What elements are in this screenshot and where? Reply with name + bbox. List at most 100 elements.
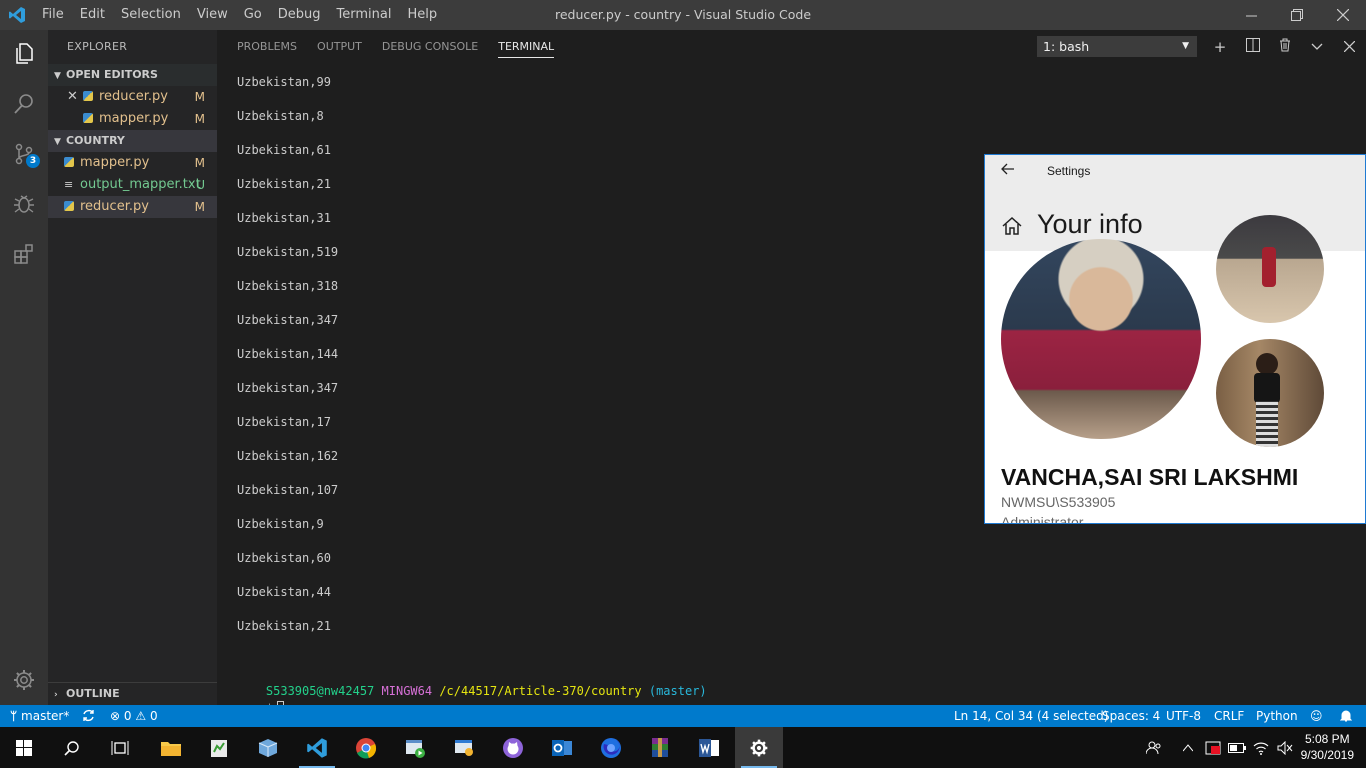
manage-settings-button[interactable] [8, 664, 40, 696]
settings-title: Settings [1047, 164, 1091, 178]
user-account: NWMSU\S533905 [1001, 494, 1116, 510]
indentation[interactable]: Spaces: 4 [1102, 705, 1160, 727]
encoding[interactable]: UTF-8 [1166, 705, 1201, 727]
restore-button[interactable] [1274, 0, 1320, 30]
git-branch-status[interactable]: ᛘ master* [10, 705, 69, 727]
word-icon [699, 738, 719, 757]
search-taskbar-button[interactable] [48, 727, 96, 768]
extensions-activity-button[interactable] [8, 238, 40, 270]
explorer-sidebar: EXPLORER ▼ OPEN EDITORS ✕ reducer.py M map… [48, 30, 217, 705]
task-view-button[interactable] [96, 727, 144, 768]
terminal-output-line: Uzbekistan,162 [237, 449, 339, 463]
maximize-panel-button[interactable] [1307, 37, 1327, 57]
tab-terminal[interactable]: TERMINAL [498, 30, 555, 58]
open-editors-header[interactable]: ▼ OPEN EDITORS [48, 64, 217, 86]
winrar-taskbar[interactable] [636, 727, 684, 768]
menu-file[interactable]: File [34, 0, 72, 30]
close-panel-button[interactable] [1339, 37, 1359, 57]
line-ending[interactable]: CRLF [1214, 705, 1244, 727]
menu-go[interactable]: Go [236, 0, 270, 30]
people-tray-button[interactable] [1142, 727, 1166, 768]
chrome-taskbar[interactable] [342, 727, 390, 768]
open-editor-reducer[interactable]: ✕ reducer.py M [48, 86, 217, 108]
terminal-output-line: Uzbekistan,347 [237, 381, 339, 395]
taskbar-clock[interactable]: 5:08 PM 9/30/2019 [1301, 731, 1354, 763]
terminal-output-line: Uzbekistan,17 [237, 415, 331, 429]
tab-output[interactable]: OUTPUT [317, 30, 362, 64]
show-hidden-icons-button[interactable] [1178, 727, 1198, 768]
menu-debug[interactable]: Debug [270, 0, 329, 30]
vscode-taskbar[interactable] [293, 727, 341, 768]
folder-header[interactable]: ▼ COUNTRY [48, 130, 217, 152]
outline-label: OUTLINE [66, 687, 120, 700]
file-mapper[interactable]: mapper.py M [48, 152, 217, 174]
profile-photo-small-2[interactable] [1216, 339, 1324, 447]
file-output-mapper[interactable]: ≡ output_mapper.txt U [48, 174, 217, 196]
terminal-output-line: Uzbekistan,519 [237, 245, 339, 259]
profile-photo-small-1[interactable] [1216, 215, 1324, 323]
split-terminal-button[interactable] [1243, 37, 1263, 57]
firefox-taskbar[interactable] [587, 727, 635, 768]
back-button[interactable] [1001, 161, 1015, 180]
home-icon[interactable] [1001, 215, 1023, 237]
language-mode[interactable]: Python [1256, 705, 1298, 727]
sync-button[interactable] [82, 705, 95, 727]
terminal-output-line: Uzbekistan,318 [237, 279, 339, 293]
battery-tray-button[interactable] [1226, 727, 1248, 768]
debug-icon [14, 195, 34, 213]
editor-taskbar[interactable] [195, 727, 243, 768]
sidebar-title: EXPLORER [67, 40, 128, 53]
new-terminal-button[interactable]: + [1210, 37, 1230, 57]
tab-debug-console[interactable]: DEBUG CONSOLE [382, 30, 478, 64]
chevron-down-icon [1311, 43, 1323, 50]
terminal-select[interactable]: 1: bash ▼ [1037, 36, 1197, 57]
open-editor-mapper[interactable]: mapper.py M [48, 108, 217, 130]
file-reducer[interactable]: reducer.py M [48, 196, 217, 218]
explorer-activity-button[interactable] [8, 38, 40, 70]
clock-time: 5:08 PM [1304, 732, 1350, 746]
status-bar: ᛘ master* ⊗ 0 ⚠ 0 Ln 14, Col 34 (4 selec… [0, 705, 1366, 727]
profile-photo-large[interactable] [1001, 239, 1201, 439]
file-explorer-taskbar[interactable] [147, 727, 195, 768]
kill-terminal-button[interactable] [1275, 37, 1295, 57]
menu-help[interactable]: Help [399, 0, 445, 30]
alert-tray-button[interactable] [1202, 727, 1224, 768]
remote-app-taskbar[interactable] [440, 727, 488, 768]
notepad-icon [211, 739, 227, 757]
outlook-taskbar[interactable] [538, 727, 586, 768]
outline-header[interactable]: › OUTLINE [48, 682, 217, 704]
tab-problems[interactable]: PROBLEMS [237, 30, 297, 64]
remote-app-icon [455, 739, 473, 756]
panel-tabs: PROBLEMS OUTPUT DEBUG CONSOLE TERMINAL [237, 30, 555, 64]
menu-edit[interactable]: Edit [72, 0, 113, 30]
git-status: U [196, 178, 205, 192]
network-tray-button[interactable] [1250, 727, 1272, 768]
word-taskbar[interactable] [685, 727, 733, 768]
search-activity-button[interactable] [8, 88, 40, 120]
terminal-output-line: Uzbekistan,44 [237, 585, 331, 599]
media-app-icon [406, 739, 425, 758]
problems-status[interactable]: ⊗ 0 ⚠ 0 [110, 705, 158, 727]
settings-taskbar[interactable] [735, 727, 783, 768]
media-app-taskbar[interactable] [391, 727, 439, 768]
close-editor-icon[interactable]: ✕ [67, 86, 83, 108]
terminal-output-line: Uzbekistan,144 [237, 347, 339, 361]
feedback-button[interactable]: ☺ [1310, 705, 1323, 727]
menu-selection[interactable]: Selection [113, 0, 189, 30]
debug-activity-button[interactable] [8, 188, 40, 220]
notifications-button[interactable] [1339, 705, 1353, 727]
split-icon [1246, 38, 1260, 52]
menu-terminal[interactable]: Terminal [329, 0, 400, 30]
volume-tray-button[interactable] [1274, 727, 1296, 768]
minimize-button[interactable] [1228, 0, 1274, 30]
github-desktop-taskbar[interactable] [489, 727, 537, 768]
search-icon [14, 94, 33, 114]
scm-badge: 3 [26, 154, 40, 168]
menu-view[interactable]: View [189, 0, 236, 30]
close-window-button[interactable] [1320, 0, 1366, 30]
outlook-icon [552, 739, 572, 756]
app-box-taskbar[interactable] [244, 727, 292, 768]
terminal-output-line: Uzbekistan,21 [237, 177, 331, 191]
cursor-position[interactable]: Ln 14, Col 34 (4 selected) [954, 705, 1108, 727]
start-button[interactable] [0, 727, 48, 768]
